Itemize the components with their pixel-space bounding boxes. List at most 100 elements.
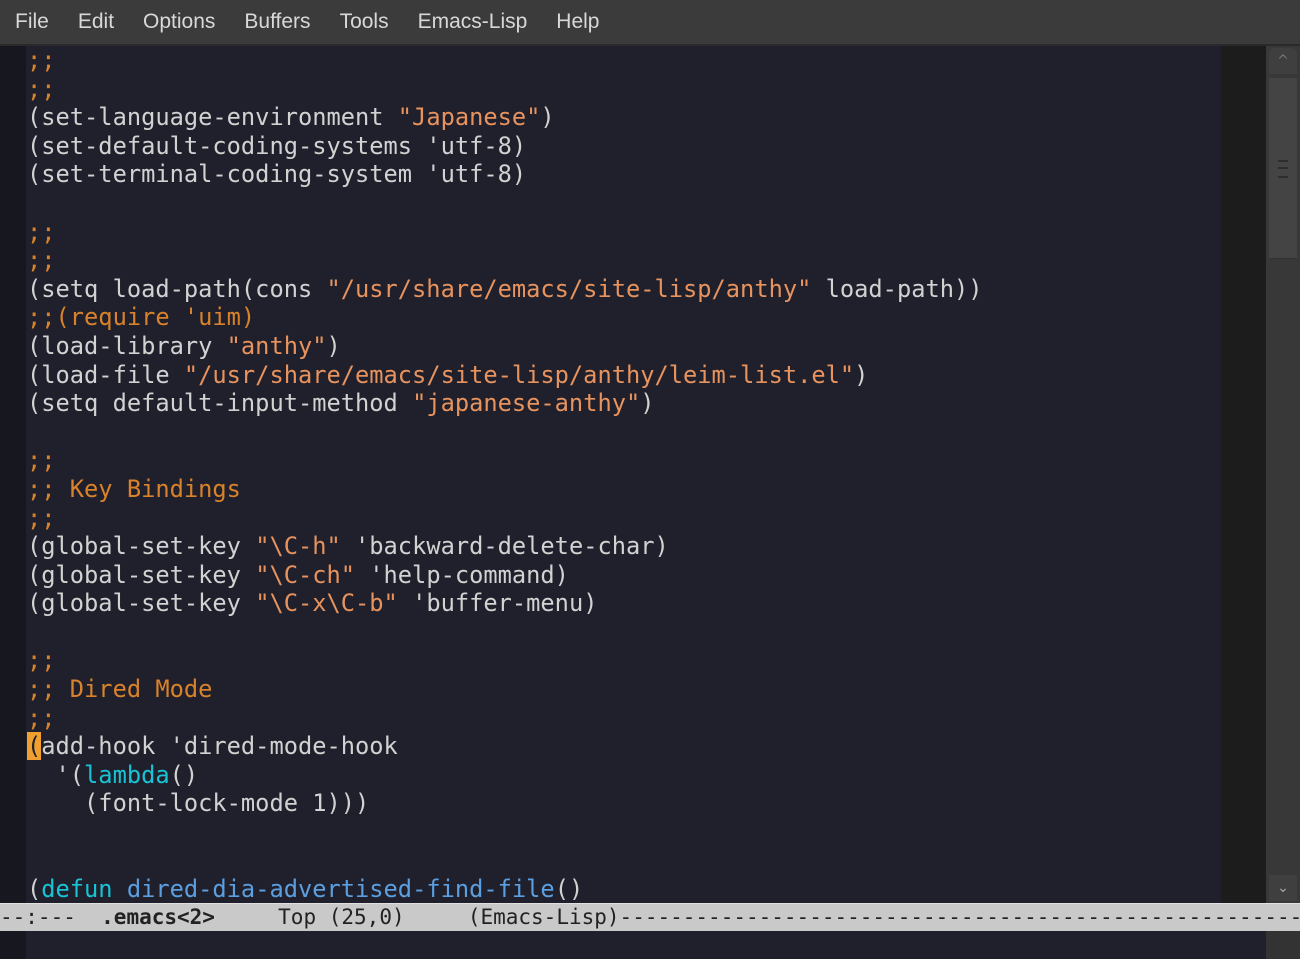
code-line: ;; [27,446,1221,475]
code-token: (load-file [27,360,184,389]
comment-token: ;; [27,246,56,275]
code-line: (font-lock-mode 1))) [27,789,1221,818]
comment-token: ;; [27,46,56,74]
scroll-up-arrow-icon[interactable]: ^ [1269,48,1297,74]
vertical-scrollbar[interactable]: ^ ⌄ [1266,46,1300,903]
menu-options[interactable]: Options [136,10,222,34]
string-token: "Japanese" [397,103,541,132]
editor-buffer[interactable]: ;;;; (set-language-environment "Japanese"… [27,46,1221,903]
code-token: (global-set-key [27,589,256,618]
code-line: (setq default-input-method "japanese-ant… [27,389,1221,418]
code-token: add-hook 'dired-mode-hook [41,732,398,761]
code-token: (setq load-path(cons [27,274,327,303]
comment-token: ;; Dired Mode [27,675,213,704]
menu-edit[interactable]: Edit [71,10,121,34]
string-token: "\C-h" [255,532,341,561]
menu-tools[interactable]: Tools [333,10,396,34]
code-line: ;; [27,646,1221,675]
modeline-status: --:--- [0,905,102,929]
code-token: () [169,760,199,789]
comment-token: ;; [27,446,56,475]
code-token: () [554,875,584,903]
menu-help[interactable]: Help [549,10,606,34]
minibuffer-fringe [0,931,26,959]
code-line: ;; [27,704,1221,733]
code-token: 'help-command) [355,560,569,589]
code-line: (set-terminal-coding-system 'utf-8) [27,160,1221,189]
comment-token: ;; Key Bindings [27,474,241,503]
code-token: (set-default-coding-systems 'utf-8) [27,131,527,160]
code-token: (set-language-environment [27,103,398,132]
string-token: "\C-x\C-b" [255,589,398,618]
grip-icon [1278,160,1288,178]
comment-token: ;; [27,217,56,246]
scroll-down-arrow-icon[interactable]: ⌄ [1269,875,1297,901]
code-line: (add-hook 'dired-mode-hook [27,732,1221,761]
text-cursor: ( [27,732,42,761]
string-token: "/usr/share/emacs/site-lisp/anthy/leim-l… [183,360,855,389]
code-token: load-path)) [811,274,983,303]
comment-token: ;; [27,703,56,732]
modeline-major-mode[interactable]: (Emacs-Lisp) [468,905,620,929]
code-line: ;; [27,246,1221,275]
menu-bar: File Edit Options Buffers Tools Emacs-Li… [0,0,1300,46]
function-name-token: dired-dia-advertised-find-file [126,875,555,903]
scrollbar-thumb[interactable] [1269,78,1297,259]
code-line: '(lambda() [27,761,1221,790]
code-token: ) [326,331,341,360]
code-line: (defun dired-dia-advertised-find-file() [27,875,1221,903]
modeline-buffer-name[interactable]: .emacs<2> [101,905,215,929]
comment-token: ;; [27,503,56,532]
code-token: ( [27,875,42,903]
code-line: (set-default-coding-systems 'utf-8) [27,132,1221,161]
keyword-token: lambda [84,760,170,789]
code-token: 'buffer-menu) [397,589,598,618]
minibuffer-scroll-area [1266,931,1300,959]
code-token: ) [854,360,869,389]
code-line: ;; Key Bindings [27,475,1221,504]
modeline-fill: ----------------------------------------… [619,905,1300,929]
code-line: ;; Dired Mode [27,675,1221,704]
mode-line: --:--- .emacs<2> Top (25,0) (Emacs-Lisp)… [0,903,1300,932]
string-token: "\C-ch" [255,560,356,589]
code-token: (font-lock-mode 1))) [27,789,370,818]
comment-token: ;; [27,74,56,103]
code-line: ;; [27,75,1221,104]
minibuffer[interactable] [26,931,1266,959]
comment-token: ;; [27,646,56,675]
string-token: "japanese-anthy" [412,389,641,418]
code-token: (global-set-key [27,560,256,589]
code-line: (global-set-key "\C-h" 'backward-delete-… [27,532,1221,561]
menu-emacs-lisp[interactable]: Emacs-Lisp [411,10,535,34]
code-line: ;; [27,46,1221,75]
string-token: "anthy" [226,331,327,360]
string-token: "/usr/share/emacs/site-lisp/anthy" [326,274,812,303]
code-token: '( [27,760,85,789]
modeline-position: Top (25,0) [214,905,468,929]
code-line: (setq load-path(cons "/usr/share/emacs/s… [27,275,1221,304]
code-line: (load-library "anthy") [27,332,1221,361]
code-line: ;;(require 'uim) [27,303,1221,332]
code-token: 'backward-delete-char) [340,532,669,561]
code-token: (set-terminal-coding-system 'utf-8) [27,160,527,189]
right-fringe [1221,46,1266,903]
left-fringe [0,46,26,903]
keyword-token: defun [41,875,113,903]
code-token: ) [640,389,655,418]
code-line: (global-set-key "\C-ch" 'help-command) [27,561,1221,590]
code-token: ) [540,103,555,132]
code-line: ;; [27,218,1221,247]
code-line: (global-set-key "\C-x\C-b" 'buffer-menu) [27,589,1221,618]
code-line: (set-language-environment "Japanese") [27,103,1221,132]
code-line: (load-file "/usr/share/emacs/site-lisp/a… [27,361,1221,390]
comment-token: ;;(require 'uim) [27,303,256,332]
menu-file[interactable]: File [8,10,56,34]
code-token: (setq default-input-method [27,389,413,418]
menu-buffers[interactable]: Buffers [237,10,317,34]
